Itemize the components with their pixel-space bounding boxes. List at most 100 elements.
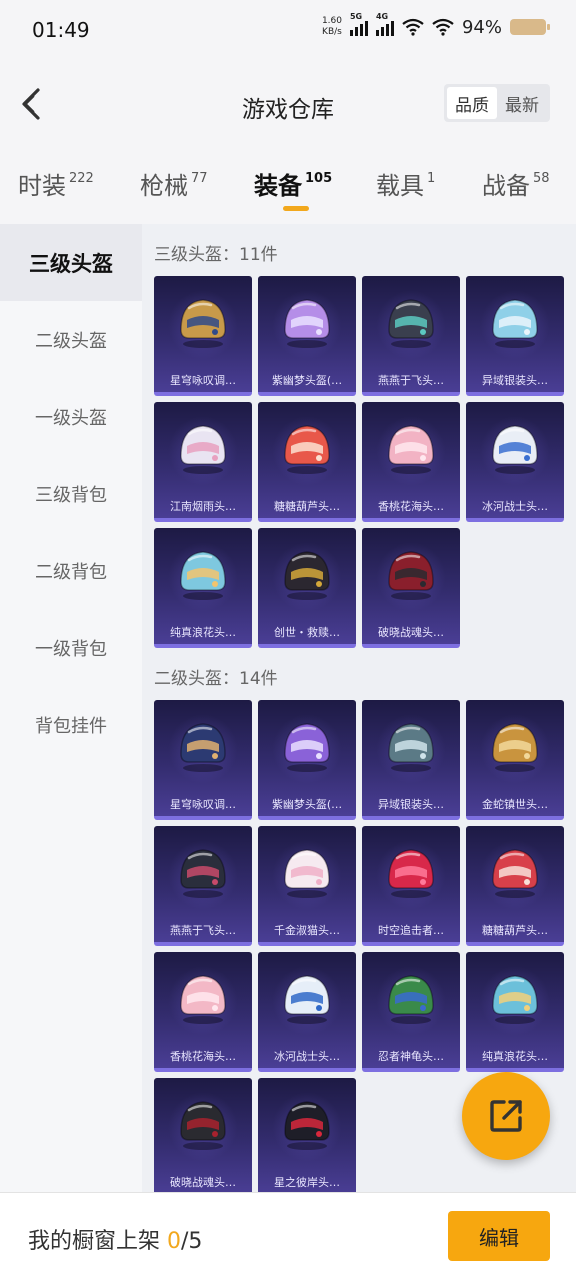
item-card[interactable]: 冰河战士头…: [258, 952, 356, 1072]
subcategory-sidebar: 三级头盔 二级头盔 一级头盔 三级背包 二级背包 一级背包 背包挂件: [0, 224, 142, 1192]
item-card[interactable]: 紫幽梦头盔(…: [258, 700, 356, 820]
sidebar-item-backpack-charm[interactable]: 背包挂件: [0, 686, 142, 763]
section-title: 三级头盔：11件: [154, 245, 278, 265]
helmet-icon: [492, 975, 538, 1024]
battery-icon: [510, 19, 550, 35]
share-button[interactable]: [462, 1072, 550, 1160]
wifi-icon: [432, 18, 454, 36]
helmet-icon: [180, 1101, 226, 1150]
item-card[interactable]: 异域银装头…: [362, 700, 460, 820]
helmet-icon: [180, 299, 226, 348]
helmet-icon: [180, 723, 226, 772]
item-card[interactable]: 香桃花海头…: [154, 952, 252, 1072]
item-name: 金蛇镇世头…: [482, 798, 548, 811]
item-grid: 星穹咏叹调… 紫幽梦头盔(… 燕燕于飞头… 异域银装头… 江南烟雨头… 糖糖葫芦头… 香桃花…: [154, 276, 564, 648]
helmet-icon: [284, 975, 330, 1024]
helmet-icon: [284, 425, 330, 474]
helmet-icon: [284, 1101, 330, 1150]
item-card[interactable]: 紫幽梦头盔(…: [258, 276, 356, 396]
sidebar-item-level3-helmet[interactable]: 三级头盔: [0, 224, 142, 301]
sort-toggle: 品质 最新: [444, 84, 550, 122]
tab-equipment[interactable]: 装备 105: [254, 166, 332, 201]
edit-button[interactable]: 编辑: [448, 1211, 550, 1261]
item-name: 紫幽梦头盔(…: [271, 374, 343, 387]
sidebar-item-level1-helmet[interactable]: 一级头盔: [0, 378, 142, 455]
item-card[interactable]: 星之彼岸头…: [258, 1078, 356, 1192]
app-header: 游戏仓库 品质 最新: [0, 60, 576, 150]
sidebar-item-level2-helmet[interactable]: 二级头盔: [0, 301, 142, 378]
item-card[interactable]: 金蛇镇世头…: [466, 700, 564, 820]
helmet-icon: [492, 723, 538, 772]
item-card[interactable]: 江南烟雨头…: [154, 402, 252, 522]
signal-4g-icon: 4G: [375, 12, 394, 36]
item-card[interactable]: 香桃花海头…: [362, 402, 460, 522]
helmet-icon: [284, 849, 330, 898]
sidebar-item-level2-backpack[interactable]: 二级背包: [0, 532, 142, 609]
tab-supplies[interactable]: 战备 58: [482, 166, 550, 201]
helmet-icon: [492, 849, 538, 898]
item-card[interactable]: 星穹咏叹调…: [154, 276, 252, 396]
item-name: 香桃花海头…: [170, 1050, 236, 1063]
item-name: 燕燕于飞头…: [170, 924, 236, 937]
item-name: 破晓战魂头…: [170, 1176, 236, 1189]
item-card[interactable]: 星穹咏叹调…: [154, 700, 252, 820]
item-card[interactable]: 忍者神龟头…: [362, 952, 460, 1072]
item-card[interactable]: 糖糖葫芦头…: [258, 402, 356, 522]
helmet-icon: [388, 425, 434, 474]
item-name: 纯真浪花头…: [170, 626, 236, 639]
item-name: 星穹咏叹调…: [170, 374, 236, 387]
helmet-icon: [180, 425, 226, 474]
item-name: 冰河战士头…: [482, 500, 548, 513]
item-name: 时空追击者…: [378, 924, 444, 937]
tab-weapons[interactable]: 枪械 77: [140, 166, 208, 201]
item-name: 冰河战士头…: [274, 1050, 340, 1063]
helmet-icon: [388, 299, 434, 348]
tab-fashion[interactable]: 时装 222: [18, 166, 94, 201]
item-name: 糖糖葫芦头…: [482, 924, 548, 937]
helmet-icon: [284, 299, 330, 348]
item-name: 紫幽梦头盔(…: [271, 798, 343, 811]
sidebar-item-level1-backpack[interactable]: 一级背包: [0, 609, 142, 686]
helmet-icon: [388, 975, 434, 1024]
item-name: 燕燕于飞头…: [378, 374, 444, 387]
item-card[interactable]: 破晓战魂头…: [154, 1078, 252, 1192]
item-card[interactable]: 异域银装头…: [466, 276, 564, 396]
item-card[interactable]: 破晓战魂头…: [362, 528, 460, 648]
clock: 01:49: [32, 18, 90, 42]
helmet-icon: [388, 723, 434, 772]
item-content: 三级头盔：11件 星穹咏叹调… 紫幽梦头盔(… 燕燕于飞头… 异域银装头… 江南烟雨头……: [142, 224, 576, 1192]
helmet-icon: [180, 975, 226, 1024]
item-name: 忍者神龟头…: [378, 1050, 444, 1063]
item-name: 异域银装头…: [482, 374, 548, 387]
showcase-label: 我的橱窗上架 0/5: [28, 1229, 203, 1254]
tab-vehicles[interactable]: 载具 1: [376, 166, 435, 201]
item-card[interactable]: 千金淑猫头…: [258, 826, 356, 946]
item-name: 江南烟雨头…: [170, 500, 236, 513]
item-card[interactable]: 燕燕于飞头…: [154, 826, 252, 946]
section-title: 二级头盔：14件: [154, 669, 278, 689]
item-card[interactable]: 糖糖葫芦头…: [466, 826, 564, 946]
helmet-icon: [284, 723, 330, 772]
sidebar-item-level3-backpack[interactable]: 三级背包: [0, 455, 142, 532]
item-card[interactable]: 创世・救赎…: [258, 528, 356, 648]
item-name: 糖糖葫芦头…: [274, 500, 340, 513]
item-card[interactable]: 冰河战士头…: [466, 402, 564, 522]
helmet-icon: [492, 299, 538, 348]
sort-newest-button[interactable]: 最新: [497, 87, 547, 119]
item-name: 纯真浪花头…: [482, 1050, 548, 1063]
status-icons: 1.60 KB/s 5G 4G 94%: [322, 12, 550, 38]
item-name: 创世・救赎…: [274, 626, 340, 639]
item-name: 破晓战魂头…: [378, 626, 444, 639]
helmet-icon: [492, 425, 538, 474]
item-card[interactable]: 时空追击者…: [362, 826, 460, 946]
item-card[interactable]: 纯真浪花头…: [154, 528, 252, 648]
signal-5g-icon: 5G: [349, 12, 368, 36]
helmet-icon: [388, 551, 434, 600]
active-tab-indicator: [283, 206, 309, 211]
sort-quality-button[interactable]: 品质: [447, 87, 497, 119]
wifi-plus-icon: [402, 18, 424, 36]
item-name: 千金淑猫头…: [274, 924, 340, 937]
item-card[interactable]: 燕燕于飞头…: [362, 276, 460, 396]
item-card[interactable]: 纯真浪花头…: [466, 952, 564, 1072]
helmet-icon: [284, 551, 330, 600]
